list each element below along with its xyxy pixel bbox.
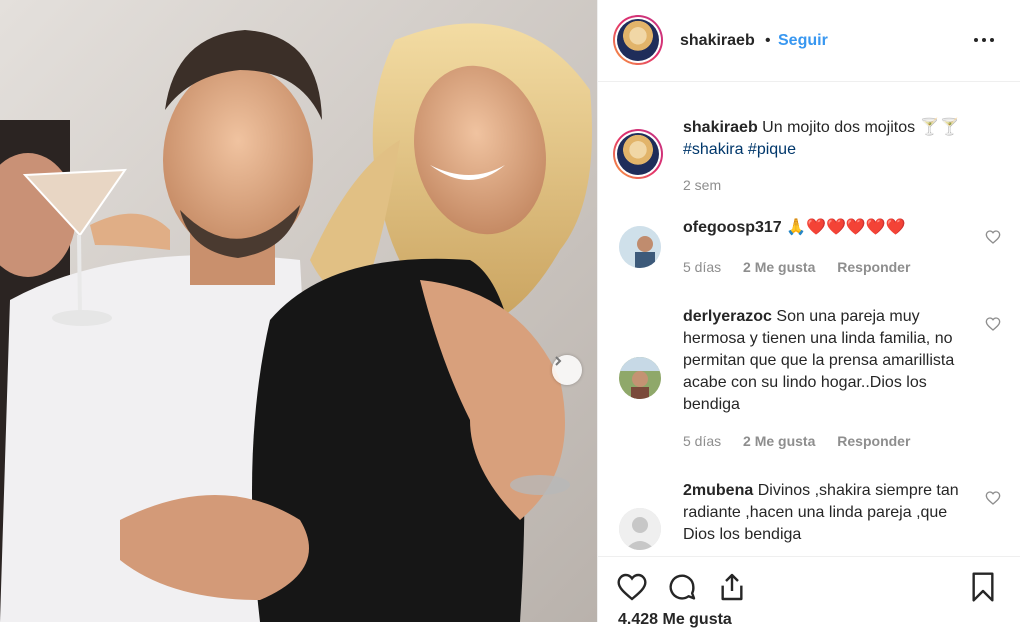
post-side-panel: shakiraeb • Seguir shakiraeb Un mojito d…	[597, 0, 1020, 628]
author-username[interactable]: shakiraeb	[680, 32, 755, 50]
caption-hashtags[interactable]: #shakira #pique	[683, 141, 796, 158]
comment-likes[interactable]: 2 Me gusta	[743, 433, 815, 449]
more-options-icon[interactable]	[974, 32, 998, 48]
reply-button[interactable]: Responder	[837, 259, 910, 275]
follow-button[interactable]: Seguir	[778, 32, 828, 50]
comment-avatar[interactable]	[619, 226, 661, 268]
comment-likes[interactable]: 2 Me gusta	[743, 259, 815, 275]
caption-timestamp: 2 sem	[683, 177, 722, 193]
caption-avatar[interactable]	[613, 129, 663, 179]
separator-dot: •	[765, 32, 771, 49]
post-photo	[0, 0, 597, 622]
comment-username[interactable]: derlyerazoc	[683, 308, 772, 325]
share-icon[interactable]	[716, 571, 748, 603]
comment-avatar[interactable]	[619, 357, 661, 399]
comment-time: 5 días	[683, 433, 722, 449]
caption-text: Un mojito dos mojitos 🍸🍸	[762, 119, 960, 136]
comment-meta: 5 días 2 Me gusta Responder	[683, 259, 928, 275]
heart-icon[interactable]	[616, 571, 648, 603]
comment-body: 🙏❤️❤️❤️❤️❤️	[786, 219, 906, 236]
comment-icon[interactable]	[666, 571, 698, 603]
caption-username[interactable]: shakiraeb	[683, 119, 758, 136]
post-image	[0, 0, 597, 622]
comment-username[interactable]: 2mubena	[683, 482, 753, 499]
comment-like-heart-icon[interactable]	[985, 316, 1001, 332]
comment-like-heart-icon[interactable]	[985, 229, 1001, 245]
next-photo-button[interactable]	[552, 355, 582, 385]
post-caption: shakiraeb Un mojito dos mojitos 🍸🍸 #shak…	[683, 117, 1003, 161]
post-header: shakiraeb • Seguir	[598, 0, 1020, 82]
comment-text: ofegoosp317 🙏❤️❤️❤️❤️❤️	[683, 217, 973, 239]
comment-avatar[interactable]	[619, 508, 661, 550]
comment-username[interactable]: ofegoosp317	[683, 219, 782, 236]
reply-button[interactable]: Responder	[837, 433, 910, 449]
bookmark-icon[interactable]	[967, 571, 999, 603]
comment-text: 2mubena Divinos ,shakira siempre tan rad…	[683, 480, 973, 546]
comment-meta: 5 días 2 Me gusta Responder	[683, 433, 928, 449]
author-avatar[interactable]	[613, 15, 663, 65]
chevron-right-icon	[555, 356, 562, 366]
comment-time: 5 días	[683, 259, 722, 275]
likes-count[interactable]: 4.428 Me gusta	[618, 611, 732, 629]
comment-text: derlyerazoc Son una pareja muy hermosa y…	[683, 306, 973, 416]
comment-like-heart-icon[interactable]	[985, 490, 1001, 506]
